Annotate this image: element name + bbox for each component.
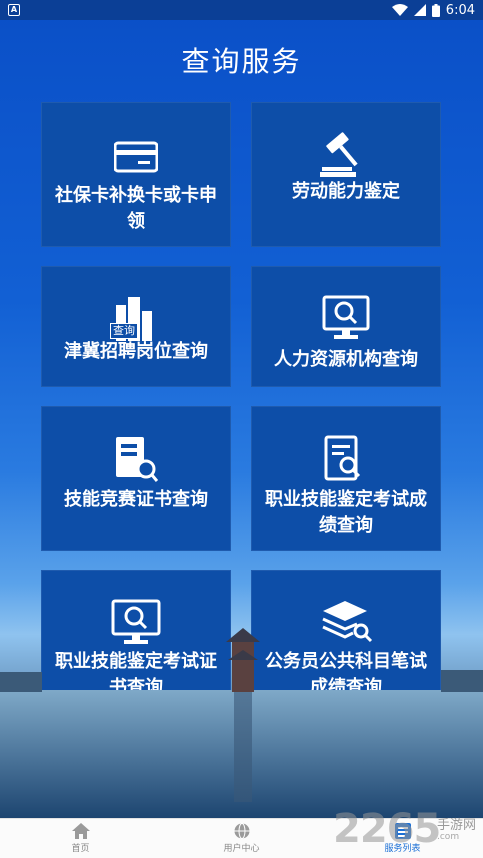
books-search-icon (322, 601, 373, 643)
nav-label: 首页 (71, 844, 90, 854)
card-label: 职业技能鉴定考试证书查询 (55, 651, 217, 698)
card-skill-competition-query[interactable]: 技能竞赛证书查询 (41, 406, 231, 551)
card-civil-servant-score-query[interactable]: 公务员公共科目笔试成绩查询 (251, 570, 441, 715)
nav-service-list[interactable]: 服务列表 (343, 823, 463, 854)
wifi-icon (391, 4, 408, 16)
nav-label: 服务列表 (384, 844, 421, 854)
card-label: 技能竞赛证书查询 (64, 489, 208, 510)
document-search-icon (116, 437, 158, 482)
home-icon (71, 823, 90, 839)
card-vocational-score-query[interactable]: 职业技能鉴定考试成绩查询 (251, 406, 441, 551)
report-search-icon (324, 435, 361, 481)
monitor-search-icon (111, 599, 161, 644)
query-badge: 查询 (110, 323, 138, 339)
card-vocational-certificate-query[interactable]: 职业技能鉴定考试证书查询 (41, 570, 231, 715)
nav-label: 用户中心 (223, 844, 260, 854)
status-bar: A 6:04 (0, 0, 483, 20)
nav-user-center[interactable]: 用户中心 (182, 823, 302, 854)
list-icon (394, 823, 411, 839)
notification-icon: A (8, 4, 20, 16)
card-social-security-card[interactable]: 社保卡补换卡或卡申领 (41, 102, 231, 247)
card-label: 劳动能力鉴定 (292, 181, 400, 202)
monitor-search-icon (322, 295, 370, 339)
card-label: 职业技能鉴定考试成绩查询 (265, 489, 427, 536)
status-time: 6:04 (445, 2, 475, 18)
card-labor-ability[interactable]: 劳动能力鉴定 (251, 102, 441, 247)
card-hr-institution-query[interactable]: 人力资源机构查询 (251, 266, 441, 387)
battery-icon (431, 3, 440, 17)
card-label: 社保卡补换卡或卡申领 (55, 185, 217, 232)
signal-icon (413, 4, 426, 16)
gavel-icon (320, 132, 358, 177)
buildings-search-icon: 查询 (106, 295, 166, 343)
card-icon (114, 141, 158, 173)
user-globe-icon (234, 823, 249, 839)
page-title: 查询服务 (181, 45, 302, 78)
bottom-nav: 首页 用户中心 服务列表 (0, 818, 483, 858)
card-label: 公务员公共科目笔试成绩查询 (265, 651, 427, 698)
nav-home[interactable]: 首页 (21, 823, 141, 854)
card-label: 人力资源机构查询 (274, 349, 418, 370)
card-recruitment-query[interactable]: 查询 津冀招聘岗位查询 (41, 266, 231, 387)
